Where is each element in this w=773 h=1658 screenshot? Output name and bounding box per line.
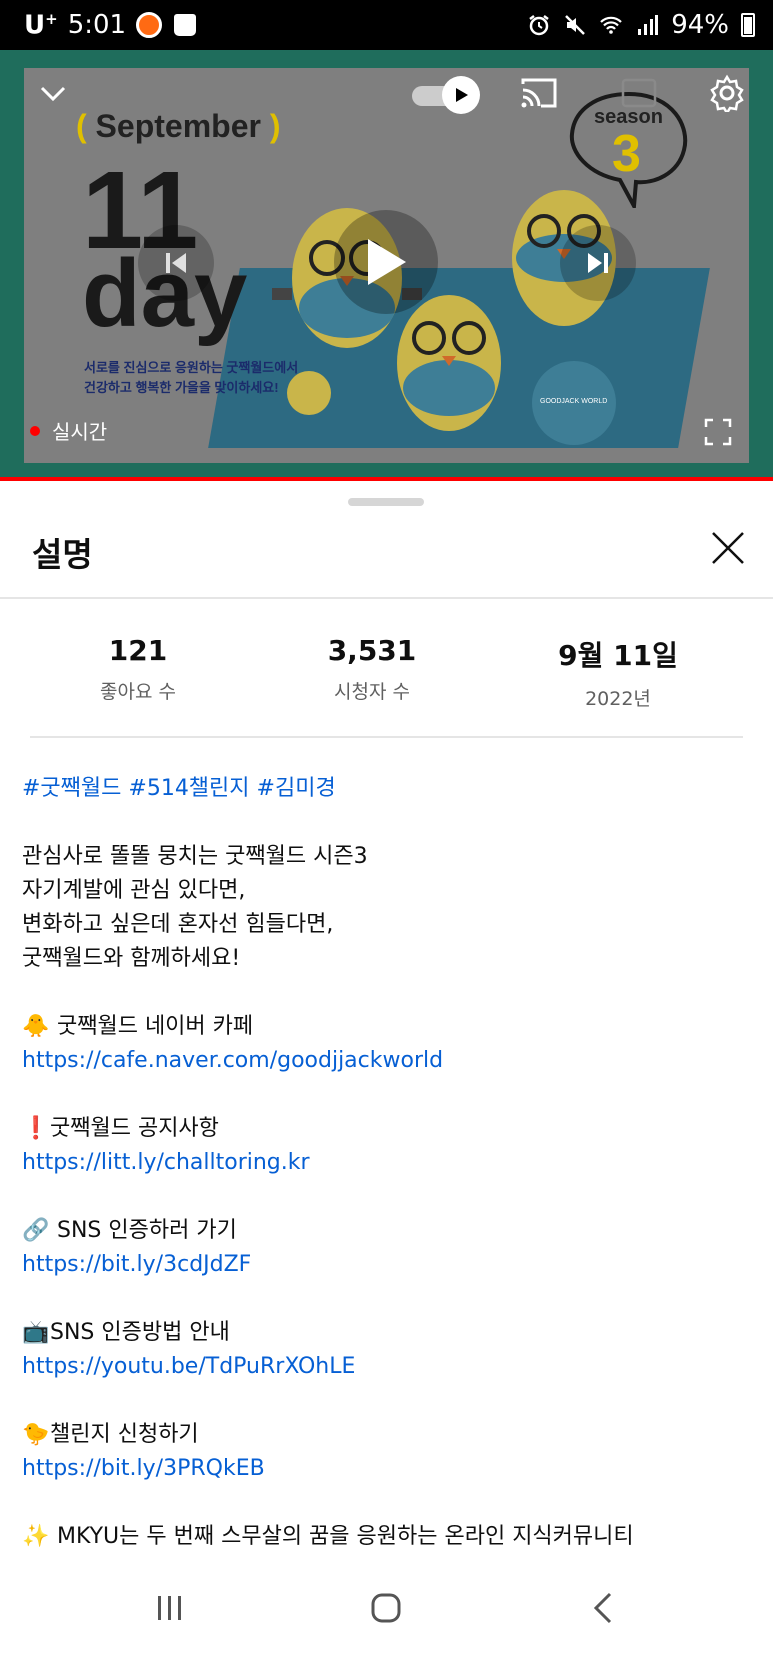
thumb-ball-text: GOODJACK WORLD <box>540 398 608 405</box>
fullscreen-icon[interactable] <box>704 418 732 446</box>
sheet-title: 설명 <box>32 535 93 574</box>
previous-button[interactable] <box>138 225 214 301</box>
thumb-month: September <box>95 108 261 144</box>
likes-stat: 121 좋아요 수 <box>100 634 176 703</box>
skip-next-icon <box>588 253 608 273</box>
description-text: #굿짹월드 #514챌린지 #김미경 관심사로 똘똘 뭉치는 굿짹월드 시즌3 … <box>22 772 752 1554</box>
shopping-bag-icon <box>174 14 197 36</box>
video-progress-bar[interactable] <box>0 477 773 481</box>
challenge-link[interactable]: https://bit.ly/3PRQkEB <box>22 1452 752 1486</box>
app-notification-icon <box>136 12 163 38</box>
chick-emoji-icon: 🐥 <box>22 1014 50 1039</box>
link-emoji-icon: 🔗 <box>22 1218 50 1243</box>
signal-icon <box>638 15 659 35</box>
yellow-ball <box>287 371 331 415</box>
intro-line: 굿짹월드와 함께하세요! <box>22 946 241 971</box>
system-nav-bar <box>0 1558 773 1658</box>
live-label: 실시간 <box>52 420 108 444</box>
status-bar: U+ 5:01 94% <box>0 0 773 50</box>
battery-percent: 94% <box>671 10 729 40</box>
divider <box>30 736 743 738</box>
wifi-icon <box>600 16 622 34</box>
video-stats: 121 좋아요 수 3,531 시청자 수 9월 11일 2022년 <box>0 634 773 714</box>
skip-previous-icon <box>166 253 186 273</box>
back-icon[interactable] <box>584 1588 624 1628</box>
exclamation-emoji-icon: ❗ <box>22 1116 50 1141</box>
cast-icon[interactable] <box>519 76 559 110</box>
cafe-link[interactable]: https://cafe.naver.com/goodjjackworld <box>22 1044 752 1078</box>
viewers-stat: 3,531 시청자 수 <box>327 634 417 703</box>
intro-line: 자기계발에 관심 있다면, <box>22 878 246 903</box>
play-icon <box>368 239 406 285</box>
captions-icon[interactable] <box>621 78 657 108</box>
status-time: 5:01 <box>67 10 127 40</box>
tv-emoji-icon: 📺 <box>22 1320 50 1345</box>
gear-icon[interactable] <box>708 74 746 112</box>
hashtags-link[interactable]: #굿짹월드 #514챌린지 #김미경 <box>22 772 752 806</box>
divider <box>0 597 773 599</box>
sns-verify-link[interactable]: https://bit.ly/3cdJdZF <box>22 1248 752 1282</box>
play-button[interactable] <box>334 210 438 314</box>
mkyu-line: ✨ MKYU는 두 번째 스무살의 꿈을 응원하는 온라인 지식커뮤니티 <box>22 1520 752 1554</box>
chick-emoji-icon: 🐤 <box>22 1422 50 1447</box>
notice-link[interactable]: https://litt.ly/challtoring.kr <box>22 1146 752 1180</box>
mute-icon <box>565 15 586 35</box>
alarm-icon <box>529 15 549 36</box>
date-stat: 9월 11일 2022년 <box>558 639 678 710</box>
notice-label: ❗굿짹월드 공지사항 <box>22 1112 752 1146</box>
sns-verify-label: 🔗 SNS 인증하러 가기 <box>22 1214 752 1248</box>
challenge-label: 🐤챌린지 신청하기 <box>22 1418 752 1452</box>
sns-guide-link[interactable]: https://youtu.be/TdPuRrXOhLE <box>22 1350 752 1384</box>
intro-line: 관심사로 똘똘 뭉치는 굿짹월드 시즌3 <box>22 844 368 869</box>
next-button[interactable] <box>560 225 636 301</box>
intro-line: 변화하고 싶은데 혼자선 힘들다면, <box>22 912 334 937</box>
thumb-slogan: 서로를 진심으로 응원하는 굿짹월드에서 건강하고 행복한 가을을 맞이하세요! <box>84 360 299 395</box>
drag-handle[interactable] <box>348 498 424 506</box>
live-dot-icon <box>30 425 40 436</box>
play-icon <box>456 88 468 102</box>
description-sheet: 설명 121 좋아요 수 3,531 시청자 수 9월 11일 2022년 #굿… <box>0 484 773 1558</box>
sparkles-emoji-icon: ✨ <box>22 1524 50 1549</box>
home-icon[interactable] <box>366 1588 406 1628</box>
sns-guide-label: 📺SNS 인증방법 안내 <box>22 1316 752 1350</box>
live-indicator: 실시간 <box>30 416 107 445</box>
video-player[interactable]: ( September ) 11 day 서로를 진심으로 응원하는 굿짹월드에… <box>0 50 773 481</box>
chevron-down-icon[interactable] <box>38 78 68 108</box>
close-icon[interactable] <box>710 530 746 566</box>
carrier-label: U+ <box>24 9 58 41</box>
cafe-label: 🐥 굿짹월드 네이버 카페 <box>22 1010 752 1044</box>
autoplay-toggle[interactable] <box>412 76 480 114</box>
battery-icon <box>741 13 755 37</box>
recent-apps-icon[interactable] <box>150 1588 190 1628</box>
